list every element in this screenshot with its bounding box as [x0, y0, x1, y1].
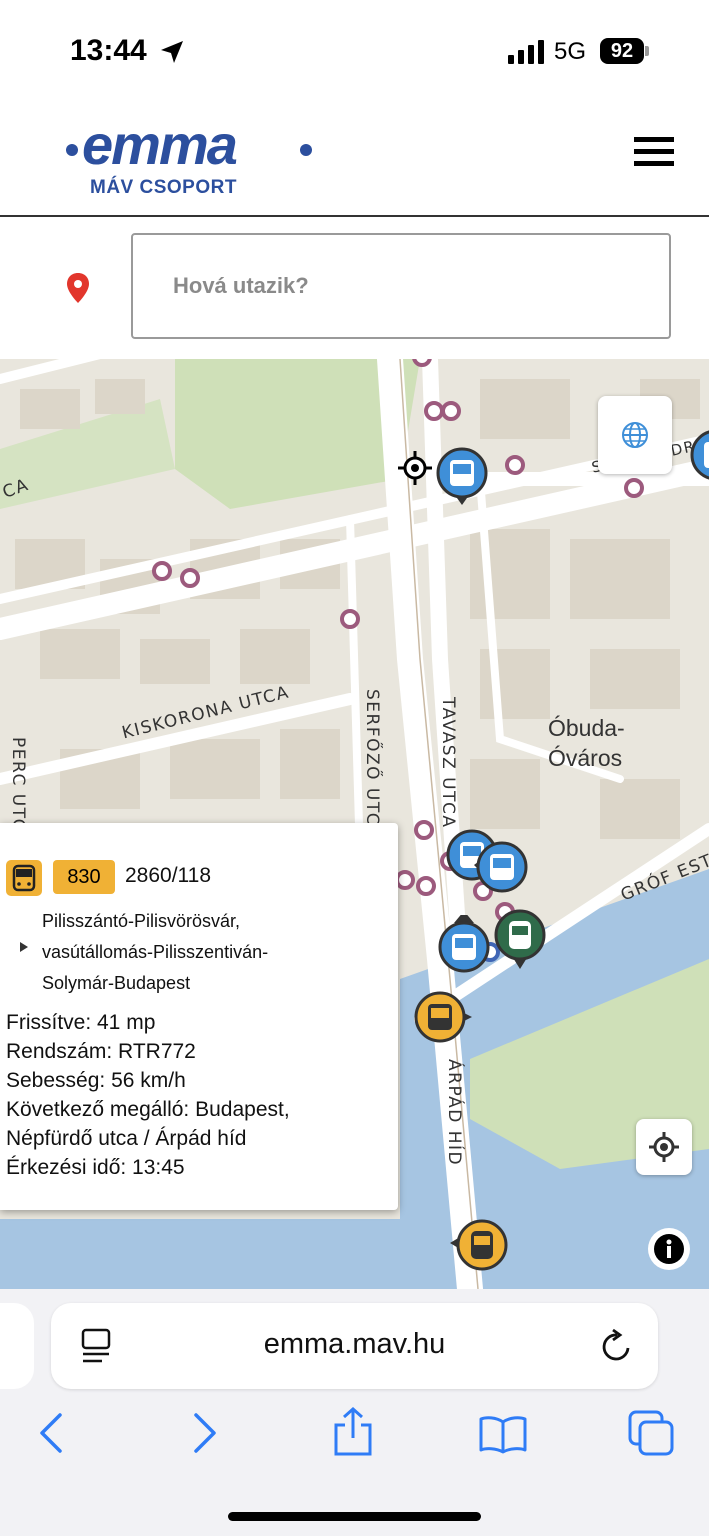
back-icon[interactable] [38, 1412, 64, 1454]
hamburger-menu-icon[interactable] [634, 137, 674, 167]
selected-bus-marker-icon[interactable] [414, 991, 472, 1043]
info-icon[interactable] [647, 1227, 691, 1271]
detail-next-stop-cont: Népfürdő utca / Árpád híd [6, 1127, 247, 1150]
detail-speed: Sebesség: 56 km/h [6, 1069, 186, 1092]
reload-icon[interactable] [600, 1328, 634, 1364]
map-layers-button[interactable] [598, 396, 672, 474]
route-line: vasútállomás-Pilisszentiván- [42, 942, 269, 962]
globe-icon [622, 422, 648, 448]
share-icon[interactable] [332, 1406, 374, 1458]
recenter-button[interactable] [636, 1119, 692, 1175]
district-label-line2: Óváros [548, 745, 623, 771]
signal-icon [508, 40, 544, 64]
street-label-serfozo: SERFŐZŐ UTCA [362, 689, 382, 840]
logo-dot-right [300, 144, 312, 156]
trip-id: 2860/118 [125, 864, 212, 887]
crosshair-icon [649, 1132, 679, 1162]
bus-marker-icon[interactable] [474, 841, 528, 897]
bookmarks-icon[interactable] [478, 1414, 528, 1454]
bus-marker-icon[interactable] [690, 429, 709, 489]
detail-next-stop: Következő megálló: Budapest, [6, 1098, 290, 1121]
destination-search-input[interactable] [131, 233, 671, 339]
route-description: Pilisszántó-Pilisvörösvár, vasútállomás-… [42, 906, 382, 999]
tabs-icon[interactable] [628, 1410, 676, 1456]
tram-marker-yellow-icon[interactable] [450, 1219, 508, 1271]
district-label-line1: Óbuda- [548, 715, 625, 741]
district-label: Óbuda- Óváros [548, 713, 625, 773]
bus-marker-icon[interactable] [438, 915, 490, 975]
route-line: Pilisszántó-Pilisvörösvár, [42, 911, 241, 931]
street-label-arpad: ÁRPÁD HÍD [444, 1059, 464, 1167]
detail-arrival: Érkezési idő: 13:45 [6, 1156, 185, 1179]
detail-updated: Frissítve: 41 mp [6, 1011, 156, 1034]
location-pin-icon [67, 273, 89, 303]
route-line: Solymár-Budapest [42, 973, 191, 993]
forward-icon[interactable] [192, 1412, 218, 1454]
location-arrow-icon [161, 41, 183, 63]
direction-arrow-icon [20, 942, 28, 952]
route-number-badge: 830 [53, 860, 115, 894]
bus-type-icon [6, 860, 42, 896]
logo-dot-left [66, 144, 78, 156]
network-type: 5G [554, 38, 587, 65]
logo-subtitle: MÁV CSOPORT [90, 177, 237, 198]
battery-tip [645, 46, 649, 56]
user-location-icon [398, 451, 432, 485]
battery-icon: 92 [600, 38, 644, 64]
bus-marker-icon[interactable] [436, 447, 488, 507]
tram-marker-icon[interactable] [494, 909, 546, 971]
logo[interactable]: emma [82, 112, 238, 177]
status-time: 13:44 [70, 34, 147, 67]
detail-plate: Rendszám: RTR772 [6, 1040, 196, 1063]
street-label-tavasz: TAVASZ UTCA [438, 697, 458, 829]
home-indicator [228, 1512, 481, 1521]
